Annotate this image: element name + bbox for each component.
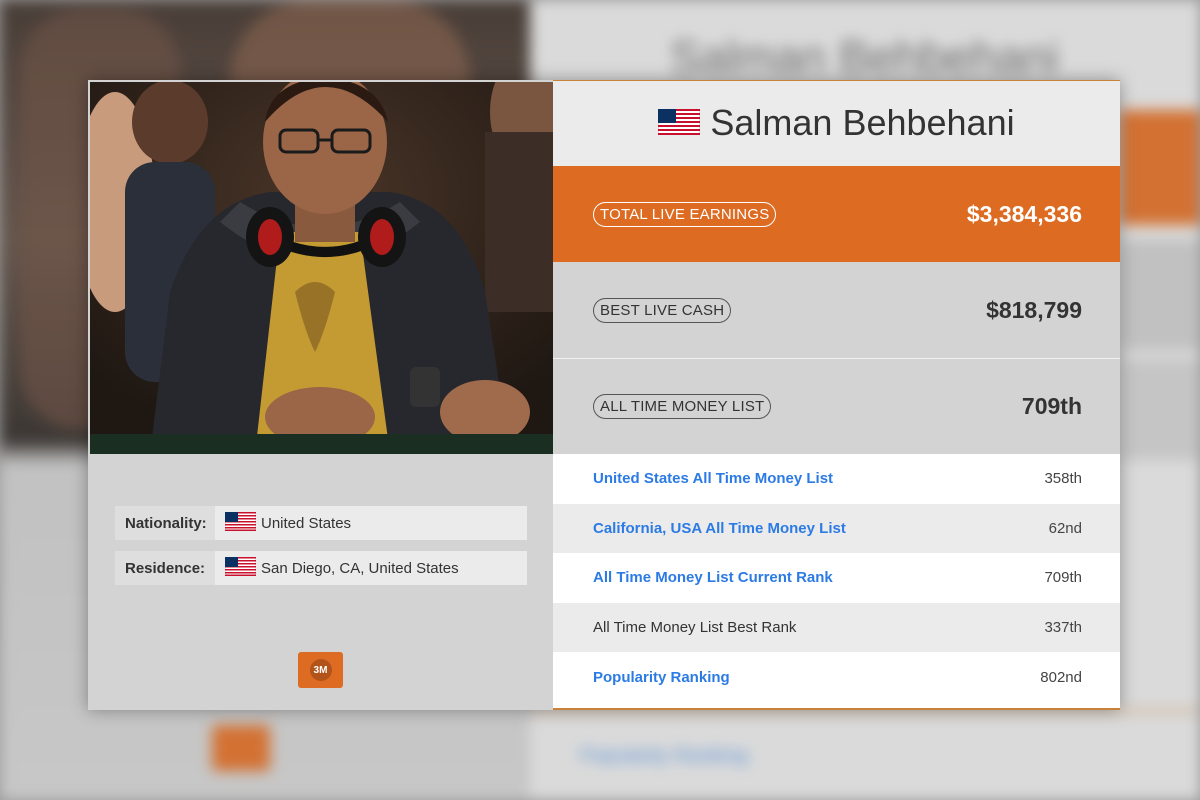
ranking-row: California, USA All Time Money List 62nd	[553, 503, 1120, 554]
residence-value-wrap: San Diego, CA, United States	[215, 551, 527, 585]
california-money-list-link[interactable]: California, USA All Time Money List	[593, 520, 846, 537]
nationality-row: Nationality: United States	[115, 506, 527, 540]
bg-player-name: Salman Behbehani	[670, 31, 1059, 83]
player-name: Salman Behbehani	[710, 102, 1015, 143]
us-money-list-link[interactable]: United States All Time Money List	[593, 470, 833, 487]
player-photo-illustration	[90, 82, 553, 454]
card-divider	[553, 80, 1120, 81]
ranking-row: All Time Money List Current Rank 709th	[553, 553, 1120, 603]
best-rank-label: All Time Money List Best Rank	[593, 619, 797, 637]
residence-label: Residence:	[115, 551, 215, 585]
bg-badge	[212, 725, 270, 771]
us-flag-icon	[224, 511, 257, 535]
player-name-header: Salman Behbehani	[553, 80, 1120, 166]
total-live-earnings-value: $3,384,336	[966, 200, 1082, 227]
us-flag-icon	[658, 102, 701, 144]
bg-shape	[1120, 240, 1200, 350]
ranking-row: All Time Money List Best Rank 337th	[553, 602, 1120, 653]
all-time-money-list-value: 709th	[1021, 393, 1082, 419]
ranking-value: 337th	[1044, 619, 1082, 637]
residence-row: Residence: San Diego, CA, United States	[115, 551, 527, 585]
nationality-label: Nationality:	[115, 506, 215, 540]
bg-popularity-link: Popularity Ranking	[580, 745, 748, 767]
bg-divider	[530, 710, 1200, 712]
bg-shape	[1120, 110, 1200, 225]
best-live-cash-label: BEST LIVE CASH	[593, 297, 732, 323]
3m-badge-label: 3M	[309, 659, 332, 681]
player-photo	[90, 82, 553, 454]
current-rank-link[interactable]: All Time Money List Current Rank	[593, 569, 833, 586]
ranking-value: 709th	[1044, 569, 1082, 587]
ranking-value: 62nd	[1048, 519, 1082, 537]
us-flag-icon	[224, 556, 257, 580]
nationality-value-wrap: United States	[215, 506, 527, 540]
player-info-panel: Nationality: United States Residence: Sa…	[88, 80, 553, 710]
player-card: Nationality: United States Residence: Sa…	[88, 80, 1120, 710]
total-live-earnings-row: TOTAL LIVE EARNINGS $3,384,336	[553, 166, 1120, 262]
ranking-value: 802nd	[1040, 668, 1082, 686]
all-time-money-list-label: ALL TIME MONEY LIST	[593, 394, 772, 419]
total-live-earnings-label: TOTAL LIVE EARNINGS	[593, 201, 777, 227]
ranking-value: 358th	[1044, 470, 1082, 488]
best-live-cash-row: BEST LIVE CASH $818,799	[553, 262, 1120, 358]
ranking-row: United States All Time Money List 358th	[553, 454, 1120, 504]
bg-shape	[1120, 360, 1200, 460]
nationality-value: United States	[261, 514, 352, 532]
rankings-list: United States All Time Money List 358th …	[553, 454, 1120, 702]
all-time-money-list-row: ALL TIME MONEY LIST 709th	[553, 358, 1120, 454]
popularity-ranking-link[interactable]: Popularity Ranking	[593, 669, 730, 686]
player-stats-panel: Salman Behbehani TOTAL LIVE EARNINGS $3,…	[553, 80, 1120, 710]
card-divider	[553, 708, 1120, 710]
3m-badge-icon[interactable]: 3M	[298, 652, 343, 688]
residence-value: San Diego, CA, United States	[261, 559, 459, 577]
ranking-row: Popularity Ranking 802nd	[553, 652, 1120, 702]
best-live-cash-value: $818,799	[986, 296, 1082, 323]
